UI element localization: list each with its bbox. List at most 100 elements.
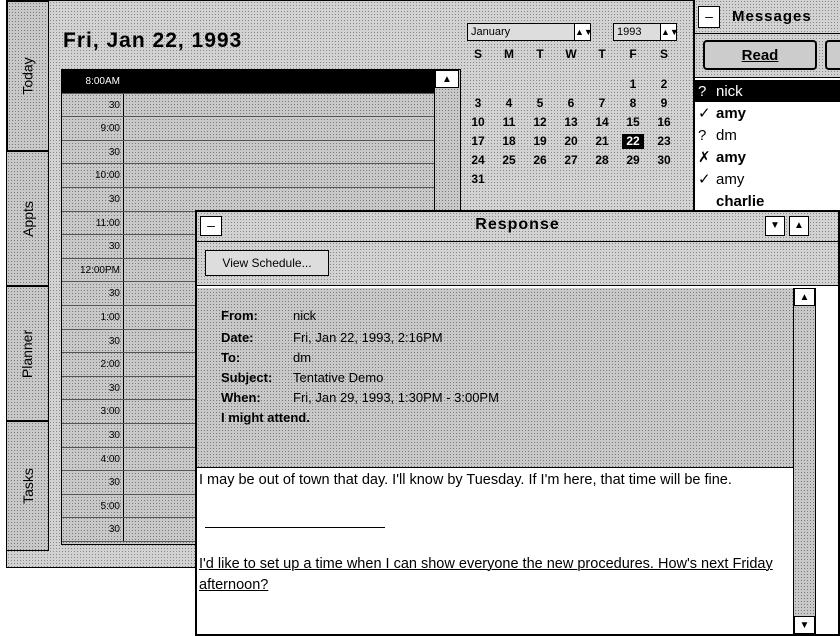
tab-appts-label: Appts — [19, 200, 36, 237]
calendar-day[interactable]: 18 — [498, 134, 520, 149]
weekday-header: S — [659, 47, 668, 61]
messages-toolbar: Read — [695, 34, 840, 78]
calendar-day[interactable]: 19 — [529, 134, 551, 149]
tab-appts[interactable]: Appts — [7, 151, 49, 286]
when-label: When: — [221, 390, 261, 405]
time-slot-row[interactable]: 9:00 — [62, 117, 434, 141]
appointment-slot[interactable] — [124, 94, 434, 117]
tab-planner[interactable]: Planner — [7, 286, 49, 421]
calendar-day[interactable]: 2 — [653, 77, 675, 92]
from-row: From: nick — [221, 308, 316, 323]
message-sender: dm — [716, 126, 737, 144]
year-select[interactable]: 1993 ▲▼ — [613, 23, 679, 41]
subject-value: Tentative Demo — [293, 370, 384, 385]
message-sender: nick — [716, 82, 743, 100]
tab-today[interactable]: Today — [7, 1, 49, 151]
month-select[interactable]: January ▲▼ — [467, 23, 593, 41]
calendar-day[interactable]: 26 — [529, 153, 551, 168]
time-label: 8:00AM — [62, 70, 124, 93]
response-scrollbar[interactable]: ▲ ▼ — [793, 288, 815, 634]
time-label: 30 — [62, 424, 124, 447]
message-item[interactable]: ? nick — [695, 80, 840, 102]
calendar-day[interactable]: 16 — [653, 115, 675, 130]
read-button[interactable]: Read — [703, 40, 817, 70]
appointment-slot[interactable] — [124, 164, 434, 187]
subject-label: Subject: — [221, 370, 273, 385]
tab-tasks[interactable]: Tasks — [7, 421, 49, 551]
calendar-day[interactable]: 30 — [653, 153, 675, 168]
calendar-day[interactable]: 31 — [467, 172, 489, 187]
appointment-slot[interactable] — [124, 141, 434, 164]
minimize-icon[interactable]: ▼ — [765, 216, 785, 236]
calendar-day[interactable]: 21 — [591, 134, 613, 149]
body-paragraph-1: I may be out of town that day. I'll know… — [199, 472, 732, 488]
calendar-day[interactable]: 15 — [622, 115, 644, 130]
time-label: 30 — [62, 188, 124, 211]
separator-line — [205, 527, 385, 528]
time-slot-row[interactable]: 30 — [62, 140, 434, 165]
year-dropdown-icon[interactable]: ▲▼ — [660, 24, 679, 40]
calendar-day[interactable]: 28 — [591, 153, 613, 168]
message-item[interactable]: ✓ amy — [695, 168, 840, 190]
time-label: 30 — [62, 93, 124, 117]
time-slot-row[interactable]: 30 — [62, 93, 434, 118]
calendar-day[interactable]: 4 — [498, 96, 520, 111]
when-row: When: Fri, Jan 29, 1993, 1:30PM - 3:00PM — [221, 390, 499, 405]
time-label: 30 — [62, 471, 124, 494]
calendar-day[interactable]: 14 — [591, 115, 613, 130]
time-slot-row[interactable]: 30 — [62, 188, 434, 212]
message-item[interactable]: charlie — [695, 190, 840, 212]
calendar-day[interactable]: 29 — [622, 153, 644, 168]
appointment-slot[interactable] — [124, 70, 434, 93]
month-select-value: January — [471, 26, 511, 38]
message-item[interactable]: ✗ amy — [695, 146, 840, 168]
calendar-day[interactable]: 20 — [560, 134, 582, 149]
maximize-icon[interactable]: ▲ — [789, 216, 809, 236]
message-sender: amy — [716, 170, 745, 188]
calendar-day[interactable]: 3 — [467, 96, 489, 111]
scroll-up-icon[interactable]: ▲ — [794, 288, 815, 306]
time-label: 5:00 — [62, 494, 124, 518]
date-title: Fri, Jan 22, 1993 — [63, 29, 243, 52]
status-row: I might attend. — [221, 410, 310, 425]
messages-title: Messages — [732, 8, 812, 25]
calendar-day[interactable]: 8 — [622, 96, 644, 111]
calendar-day[interactable]: 7 — [591, 96, 613, 111]
to-value: dm — [293, 350, 312, 365]
message-item[interactable]: ✓ amy — [695, 102, 840, 124]
calendar-day[interactable]: 11 — [498, 115, 520, 130]
calendar-day[interactable]: 17 — [467, 134, 489, 149]
calendar-day[interactable]: 5 — [529, 96, 551, 111]
calendar-day[interactable]: 13 — [560, 115, 582, 130]
calendar-day[interactable]: 23 — [653, 134, 675, 149]
system-menu-icon[interactable]: – — [698, 5, 720, 28]
view-schedule-button[interactable]: View Schedule... — [205, 250, 329, 276]
message-sender: charlie — [716, 192, 765, 210]
scroll-down-icon[interactable]: ▼ — [794, 616, 815, 634]
time-slot-row[interactable]: 10:00 — [62, 164, 434, 188]
time-label: 30 — [62, 518, 124, 541]
time-label: 30 — [62, 235, 124, 258]
calendar-day[interactable]: 25 — [498, 153, 520, 168]
scroll-up-icon[interactable]: ▲ — [435, 70, 459, 88]
time-label: 12:00PM — [62, 258, 124, 282]
calendar-day[interactable]: 1 — [622, 77, 644, 92]
calendar-day[interactable]: 9 — [653, 96, 675, 111]
month-dropdown-icon[interactable]: ▲▼ — [574, 24, 593, 40]
message-sender: amy — [716, 104, 747, 122]
calendar-day[interactable]: 24 — [467, 153, 489, 168]
tentative-icon: ? — [698, 126, 707, 144]
message-body[interactable]: I may be out of town that day. I'll know… — [197, 468, 793, 634]
when-value: Fri, Jan 29, 1993, 1:30PM - 3:00PM — [293, 390, 499, 405]
calendar-day[interactable]: 22 — [622, 134, 644, 149]
calendar-day[interactable]: 27 — [560, 153, 582, 168]
time-slot-row[interactable]: 8:00AM — [62, 70, 434, 94]
appointment-slot[interactable] — [124, 117, 434, 140]
messages-next-button[interactable] — [825, 40, 840, 70]
messages-titlebar: – Messages — [695, 0, 840, 34]
calendar-day[interactable]: 10 — [467, 115, 489, 130]
appointment-slot[interactable] — [124, 188, 434, 211]
calendar-day[interactable]: 6 — [560, 96, 582, 111]
calendar-day[interactable]: 12 — [529, 115, 551, 130]
message-item[interactable]: ? dm — [695, 124, 840, 146]
